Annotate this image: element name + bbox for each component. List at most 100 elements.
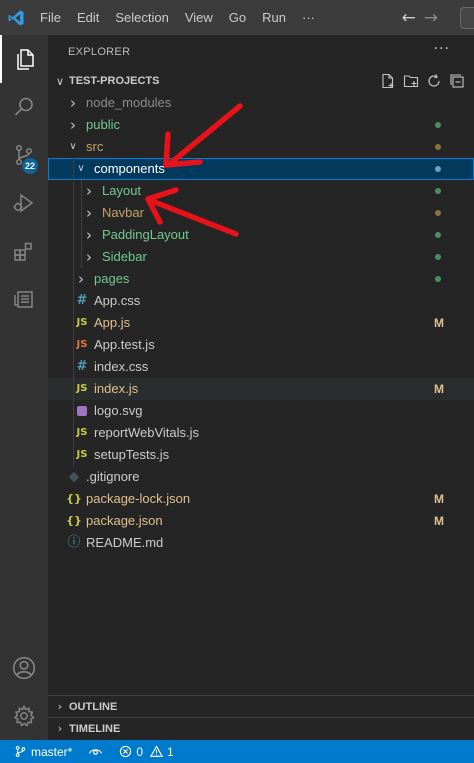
search-icon[interactable] [0, 83, 48, 131]
javascript-file-icon: JS [76, 339, 88, 350]
file-item[interactable]: JS App.js M [48, 312, 474, 334]
file-item[interactable]: JS App.test.js [48, 334, 474, 356]
remote-explorer-icon[interactable] [0, 275, 48, 323]
menu-run[interactable]: Run [254, 0, 294, 35]
indent-guide [81, 202, 82, 224]
folder-label: Sidebar [102, 249, 147, 264]
timeline-label: TIMELINE [69, 722, 121, 735]
menu-more-button[interactable]: ··· [294, 0, 323, 35]
project-section-header[interactable]: ∨ TEST-PROJECTS [48, 70, 474, 92]
indent-guide [73, 290, 74, 312]
folder-item[interactable]: › Layout [48, 180, 474, 202]
menu-bar: File Edit Selection View Go Run ··· [32, 0, 323, 35]
file-label: App.test.js [94, 337, 155, 352]
folder-label: Layout [102, 183, 142, 198]
account-icon[interactable] [0, 644, 48, 692]
file-item[interactable]: {} package.json M [48, 510, 474, 532]
git-status-dot [435, 254, 441, 260]
git-status-dot [435, 232, 441, 238]
timeline-panel-header[interactable]: › TIMELINE [48, 717, 474, 739]
explorer-activity-icon[interactable] [0, 35, 48, 83]
json-file-icon: {} [66, 492, 82, 505]
error-icon [120, 745, 132, 758]
file-label: package-lock.json [86, 491, 191, 506]
extensions-icon[interactable] [0, 227, 48, 275]
chevron-right-icon: › [57, 700, 63, 713]
file-item[interactable]: JS index.js M [48, 378, 474, 400]
css-file-icon: # [76, 359, 88, 374]
indent-guide [73, 246, 74, 268]
collapse-all-icon[interactable] [448, 72, 466, 90]
folder-item[interactable]: › Sidebar [48, 246, 474, 268]
warning-icon [150, 745, 164, 757]
vscode-logo-icon [0, 0, 32, 35]
folder-label: node_modules [86, 95, 172, 110]
folder-item[interactable]: › Navbar [48, 202, 474, 224]
git-file-icon [66, 471, 82, 483]
explorer-sidebar: EXPLORER ··· ∨ TEST-PROJECTS › node_modul… [48, 35, 474, 740]
outline-panel-header[interactable]: › OUTLINE [48, 695, 474, 717]
file-label: .gitignore [86, 469, 140, 484]
menu-edit[interactable]: Edit [69, 0, 107, 35]
chevron-right-icon: › [86, 204, 92, 222]
git-status-dot [435, 210, 441, 216]
file-item[interactable]: .gitignore [48, 466, 474, 488]
git-status-dot [435, 144, 441, 150]
folder-label: PaddingLayout [102, 227, 189, 242]
problems-status-button[interactable]: 0 1 [119, 744, 174, 759]
sync-status-button[interactable] [88, 745, 103, 758]
folder-label: public [86, 117, 120, 132]
file-item[interactable]: JS reportWebVitals.js [48, 422, 474, 444]
javascript-file-icon: JS [76, 449, 88, 460]
explorer-toolbar [379, 72, 466, 90]
settings-gear-icon[interactable] [0, 692, 48, 740]
json-file-icon: {} [66, 514, 82, 527]
folder-item[interactable]: ∨ src [48, 136, 474, 158]
file-item[interactable]: logo.svg [48, 400, 474, 422]
folder-item[interactable]: › public [48, 114, 474, 136]
menu-selection[interactable]: Selection [107, 0, 176, 35]
chevron-right-icon: › [70, 94, 76, 112]
file-label: index.js [94, 381, 139, 396]
indent-guide [73, 268, 74, 290]
menu-file[interactable]: File [32, 0, 69, 35]
chevron-right-icon: › [86, 182, 92, 200]
forward-arrow-icon[interactable]: → [424, 8, 438, 28]
indent-guide [73, 356, 74, 378]
indent-guide [73, 224, 74, 246]
file-item[interactable]: {} package-lock.json M [48, 488, 474, 510]
file-item[interactable]: # index.css [48, 356, 474, 378]
live-share-icon [89, 749, 103, 755]
new-file-icon[interactable] [379, 72, 397, 90]
menu-go[interactable]: Go [221, 0, 254, 35]
file-item[interactable]: # App.css [48, 290, 474, 312]
folder-item[interactable]: › node_modules [48, 92, 474, 114]
folder-item[interactable]: › pages [48, 268, 474, 290]
file-label: setupTests.js [94, 447, 170, 462]
folder-item[interactable]: › PaddingLayout [48, 224, 474, 246]
javascript-file-icon: JS [76, 427, 88, 438]
file-label: README.md [86, 535, 164, 550]
status-bar: master* 0 1 [0, 740, 474, 763]
explorer-more-actions-button[interactable]: ··· [434, 41, 450, 57]
source-control-icon[interactable]: 22 [0, 131, 48, 179]
warning-count: 1 [167, 744, 174, 759]
file-item[interactable]: ⓘ README.md [48, 532, 474, 554]
folder-label: Navbar [102, 205, 144, 220]
folder-item[interactable]: ∨ components [48, 158, 474, 180]
git-modified-badge: M [434, 382, 444, 396]
refresh-icon[interactable] [425, 72, 443, 90]
menu-view[interactable]: View [177, 0, 221, 35]
run-debug-icon[interactable] [0, 179, 48, 227]
branch-status-button[interactable]: master* [14, 745, 72, 759]
indent-guide [73, 378, 74, 400]
git-branch-icon [15, 745, 26, 758]
command-center-input[interactable] [460, 7, 474, 29]
git-status-dot [435, 276, 441, 282]
indent-guide [81, 180, 82, 202]
back-arrow-icon[interactable]: ← [402, 8, 416, 28]
new-folder-icon[interactable] [402, 72, 420, 90]
file-item[interactable]: JS setupTests.js [48, 444, 474, 466]
git-status-dot [435, 122, 441, 128]
git-status-dot [435, 166, 441, 172]
